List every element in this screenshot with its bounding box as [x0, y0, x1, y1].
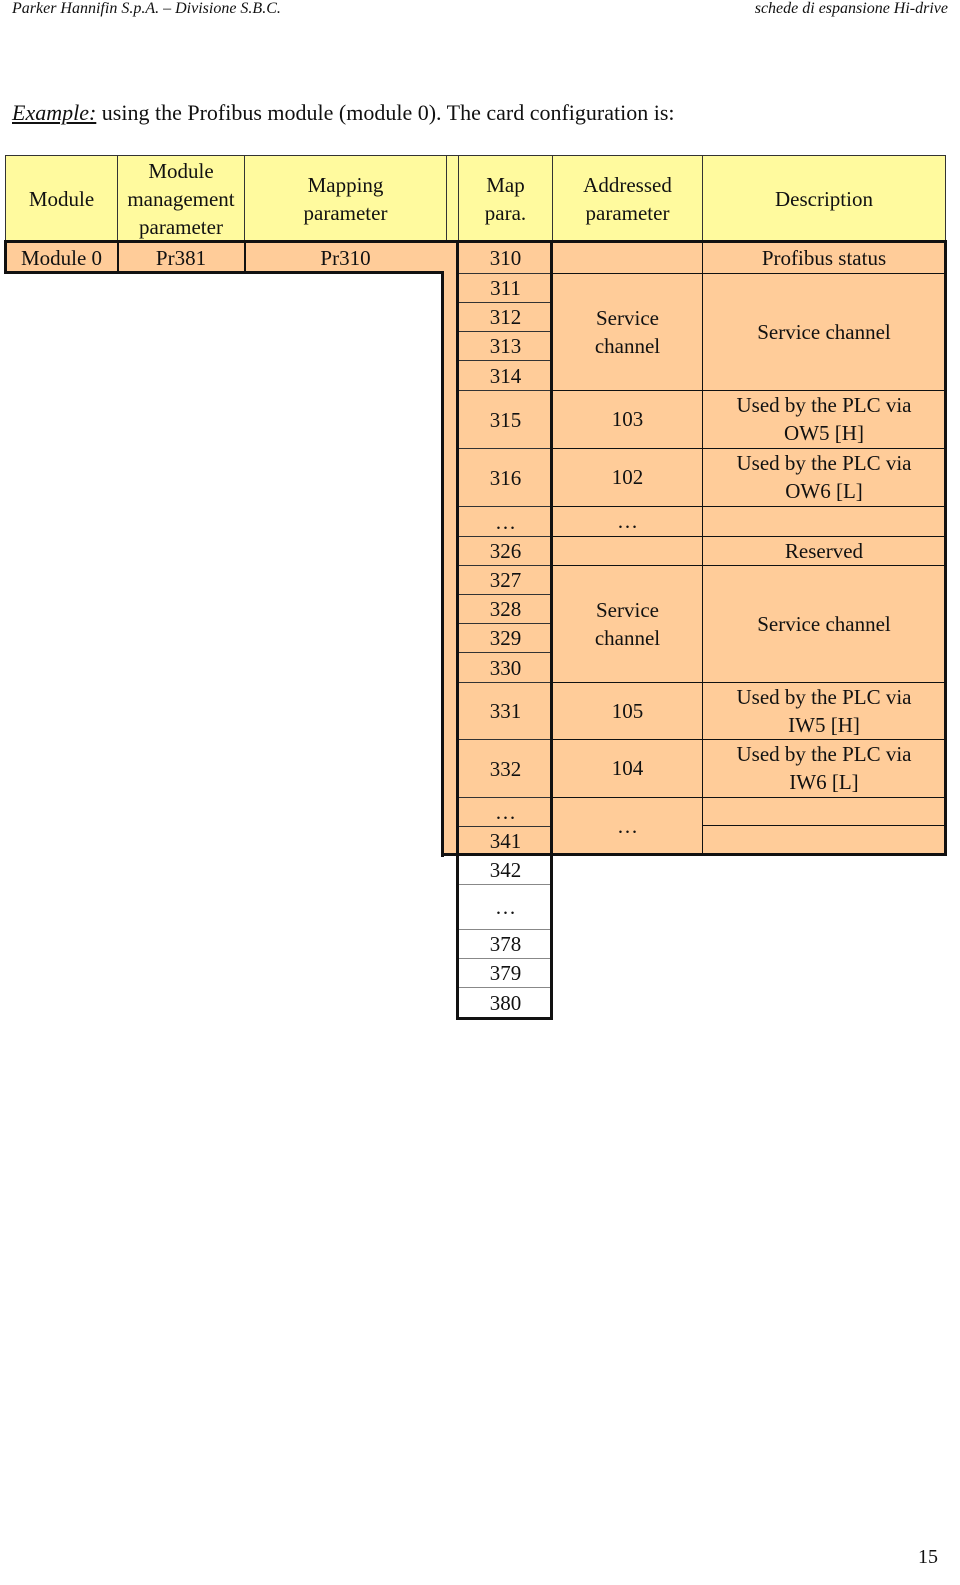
cell-map-value: 311 [458, 273, 553, 302]
cell-addressed-dots-2: … [617, 814, 638, 838]
grid-line [552, 739, 946, 740]
header-text: para. [484, 200, 527, 225]
thick-border [4, 240, 947, 243]
thick-border [456, 240, 459, 1020]
cell-map-value: … [458, 797, 553, 826]
cell-text: OW5 [H] [784, 421, 864, 445]
grid-line [552, 448, 946, 449]
cell-text: channel [594, 625, 661, 650]
cell-map-value: 315 [458, 390, 553, 448]
cell-description-315: Used by the PLC via OW5 [H] [702, 390, 946, 448]
thick-border [550, 240, 553, 1020]
cell-map-extra: 379 [458, 958, 553, 987]
cell-map-value: 328 [458, 594, 553, 623]
grid-line [552, 682, 946, 683]
header-map: Map para. [458, 155, 553, 242]
cell-map-value: 326 [458, 536, 553, 565]
header-addressed: Addressed parameter [552, 155, 703, 242]
cell-description-reserved: Reserved [784, 538, 864, 563]
cell-description-service-1: Service channel [757, 319, 891, 344]
header-text: Addressed [583, 172, 672, 197]
thick-border [441, 271, 444, 857]
cell-description-316: Used by the PLC via OW6 [L] [702, 448, 946, 506]
thick-border [441, 853, 947, 856]
cell-description-332: Used by the PLC via IW6 [L] [702, 739, 946, 797]
header-module: Module [5, 155, 118, 242]
cell-map-value: 329 [458, 623, 553, 652]
cell-map-extra: … [458, 884, 553, 929]
header-text: parameter [585, 200, 670, 225]
cell-text: channel [594, 333, 661, 358]
cell-map-value: 312 [458, 302, 553, 331]
cell-description-service-2: Service channel [757, 611, 891, 636]
cell-map-value: 314 [458, 360, 553, 390]
cell-map-value: 341 [458, 826, 553, 855]
cell-text: OW6 [L] [785, 479, 863, 503]
thick-border [4, 240, 7, 273]
thick-border [456, 1017, 553, 1020]
cell-map-310: 310 [489, 245, 522, 270]
cell-text: Used by the PLC via [736, 742, 912, 766]
cell-map-value: 313 [458, 331, 553, 360]
cell-module: Module 0 [20, 245, 103, 270]
cell-text: Used by the PLC via [736, 451, 912, 475]
cell-map-extra: 380 [458, 987, 553, 1017]
example-label: Example: [12, 100, 97, 125]
cell-addressed-331: 105 [611, 698, 644, 723]
cell-addressed-316: 102 [611, 465, 644, 489]
thick-border [944, 240, 947, 856]
running-header-left: Parker Hannifin S.p.A. – Divisione S.B.C… [12, 0, 281, 17]
header-management: Module management parameter [117, 155, 245, 242]
cell-map-value: … [458, 506, 553, 536]
cell-addressed-332: 104 [611, 756, 644, 780]
intro-paragraph: Example: using the Profibus module (modu… [12, 100, 675, 126]
grid-line [702, 825, 946, 826]
cell-text: Used by the PLC via [736, 393, 912, 417]
cell-map-value: 316 [458, 448, 553, 506]
cell-map-extra: 342 [458, 855, 553, 884]
header-text: parameter [139, 214, 223, 239]
grid-line [702, 242, 703, 855]
cell-addressed-315: 103 [611, 407, 644, 431]
header-mapping: Mapping parameter [244, 155, 447, 242]
cell-addressed-service-1: Service channel [552, 273, 703, 390]
intro-text: using the Profibus module (module 0). Th… [96, 100, 675, 125]
grid-line [552, 506, 946, 507]
header-text: management [127, 186, 235, 211]
cell-description-331: Used by the PLC via IW5 [H] [702, 682, 946, 739]
cell-addressed-service-2: Service channel [552, 565, 703, 682]
cell-map-value: 330 [458, 652, 553, 682]
grid-line [552, 536, 946, 537]
cell-map-value: 327 [458, 565, 553, 594]
cell-text: IW5 [H] [788, 712, 860, 737]
cell-description-status: Profibus status [761, 245, 887, 270]
header-description: Description [702, 155, 946, 242]
grid-line [552, 797, 946, 798]
cell-management: Pr381 [155, 245, 207, 270]
thick-border [4, 271, 444, 274]
cell-text: Service [596, 305, 659, 330]
cell-addressed-dots: … [617, 509, 638, 533]
cell-map-extra: 378 [458, 929, 553, 958]
cell-text: Used by the PLC via [736, 684, 912, 709]
grid-line [552, 273, 946, 274]
header-text: parameter [303, 200, 388, 225]
cell-map-value: 331 [458, 682, 553, 739]
header-text: Mapping [307, 172, 384, 197]
grid-line [552, 390, 946, 391]
grid-line [117, 242, 119, 273]
page-number: 15 [918, 1546, 938, 1568]
grid-line [552, 565, 946, 566]
header-text: Module [148, 158, 214, 183]
header-text: Map [486, 172, 525, 197]
cell-text: Service [596, 597, 659, 622]
cell-mapping: Pr310 [320, 245, 371, 270]
cell-map-value: 332 [458, 739, 553, 797]
grid-line [244, 242, 246, 273]
cell-text: IW6 [L] [789, 770, 859, 794]
running-header-right: schede di espansione Hi-drive [754, 0, 948, 17]
